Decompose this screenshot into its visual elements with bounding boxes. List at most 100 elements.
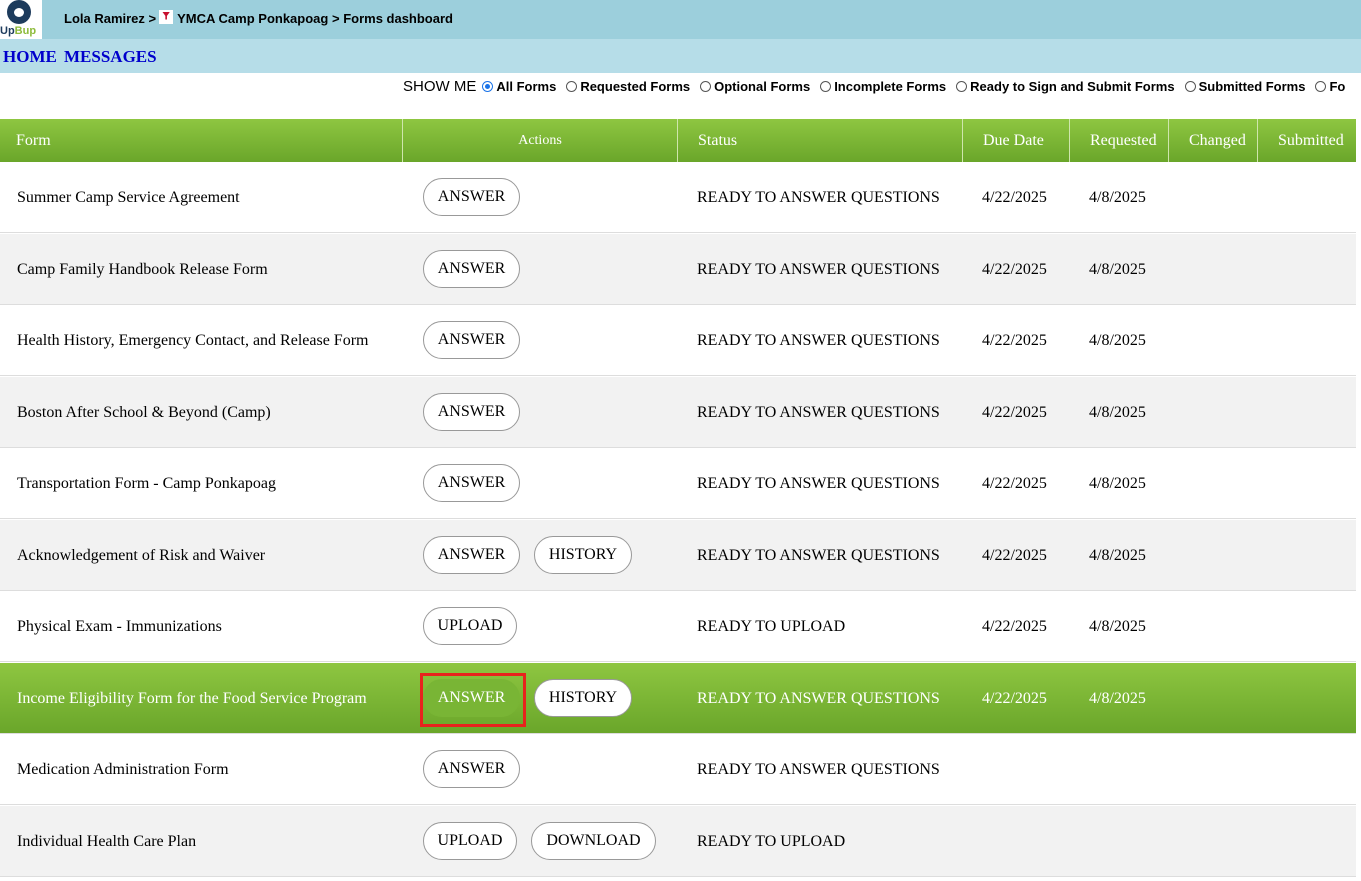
status-text: READY TO ANSWER QUESTIONS [697,189,940,206]
history-button[interactable]: HISTORY [534,679,632,717]
status-text: READY TO ANSWER QUESTIONS [697,547,940,564]
form-filter: SHOW ME All Forms Requested Forms Option… [403,77,1355,95]
answer-button[interactable]: ANSWER [423,536,520,574]
form-name[interactable]: Boston After School & Beyond (Camp) [17,377,271,448]
filter-option-label: Optional Forms [714,78,811,94]
filter-option-label: Ready to Sign and Submit Forms [970,78,1175,94]
answer-button[interactable]: ANSWER [423,679,520,717]
form-name[interactable]: Individual Health Care Plan [17,806,196,877]
requested-date: 4/8/2025 [1089,618,1146,635]
table-row[interactable]: Transportation Form - Camp Ponkapoag ANS… [0,448,1356,519]
requested-date: 4/8/2025 [1089,189,1146,206]
table-row[interactable]: Physical Exam - Immunizations UPLOAD REA… [0,591,1356,662]
filter-ready-to-sign-forms[interactable]: Ready to Sign and Submit Forms [956,78,1175,94]
form-name[interactable]: Income Eligibility Form for the Food Ser… [17,663,367,734]
nav-home-link[interactable]: HOME [3,47,57,67]
status-text: READY TO ANSWER QUESTIONS [697,475,940,492]
form-name[interactable]: Camp Family Handbook Release Form [17,234,268,305]
table-row[interactable]: Acknowledgement of Risk and Waiver ANSWE… [0,520,1356,591]
filter-incomplete-forms[interactable]: Incomplete Forms [820,79,946,94]
table-row-selected[interactable]: Income Eligibility Form for the Food Ser… [0,663,1356,734]
requested-date: 4/8/2025 [1089,404,1146,421]
logo-text-up: Up [0,25,15,37]
column-header-due-date[interactable]: Due Date [963,119,1070,162]
due-date: 4/22/2025 [982,690,1047,707]
answer-button[interactable]: ANSWER [423,250,520,288]
requested-date: 4/8/2025 [1089,332,1146,349]
column-header-changed[interactable]: Changed [1169,119,1258,162]
status-text: READY TO ANSWER QUESTIONS [697,690,940,707]
form-name[interactable]: Medication Administration Form [17,734,229,805]
radio-icon[interactable] [820,80,832,92]
upload-button[interactable]: UPLOAD [423,607,517,645]
requested-date: 4/8/2025 [1089,547,1146,564]
due-date: 4/22/2025 [982,475,1047,492]
answer-button[interactable]: ANSWER [423,321,520,359]
radio-icon[interactable] [956,80,968,92]
history-button[interactable]: HISTORY [534,536,632,574]
download-button[interactable]: DOWNLOAD [531,822,656,860]
nav-messages-link[interactable]: MESSAGES [64,47,157,67]
radio-icon[interactable] [1315,80,1327,92]
filter-option-label: Incomplete Forms [834,78,947,94]
column-header-requested[interactable]: Requested [1070,119,1169,162]
upbup-logo[interactable]: UpBup [0,0,42,39]
form-name[interactable]: Acknowledgement of Risk and Waiver [17,520,265,591]
due-date: 4/22/2025 [982,618,1047,635]
table-row[interactable]: Medication Administration Form ANSWER RE… [0,734,1356,805]
ymca-logo-icon [159,9,174,24]
filter-requested-forms[interactable]: Requested Forms [566,79,690,94]
filter-option-label: Fo [1329,78,1346,94]
filter-option-label: Requested Forms [580,78,691,94]
answer-button[interactable]: ANSWER [423,464,520,502]
form-name[interactable]: Health History, Emergency Contact, and R… [17,305,368,376]
table-row[interactable]: Health History, Emergency Contact, and R… [0,305,1356,376]
column-header-submitted[interactable]: Submitted [1258,119,1356,162]
answer-button[interactable]: ANSWER [423,750,520,788]
table-row[interactable]: Summer Camp Service Agreement ANSWER REA… [0,162,1356,233]
filter-all-forms[interactable]: All Forms [482,79,556,94]
radio-icon[interactable] [1184,80,1196,92]
column-header-actions: Actions [403,119,678,162]
form-name[interactable]: Transportation Form - Camp Ponkapoag [17,448,276,519]
status-text: READY TO ANSWER QUESTIONS [697,761,940,778]
table-row[interactable]: Individual Health Care Plan UPLOAD DOWNL… [0,806,1356,877]
status-text: READY TO UPLOAD [697,833,846,850]
filter-optional-forms[interactable]: Optional Forms [700,79,810,94]
form-name[interactable]: Summer Camp Service Agreement [17,162,240,233]
breadcrumb-separator: > [331,11,340,26]
filter-other-forms[interactable]: Fo [1315,79,1345,94]
breadcrumb-separator: > [148,11,157,26]
radio-icon[interactable] [700,80,712,92]
due-date: 4/22/2025 [982,404,1047,421]
radio-selected-icon[interactable] [482,80,494,92]
filter-submitted-forms[interactable]: Submitted Forms [1184,78,1306,94]
radio-icon[interactable] [566,80,578,92]
table-row[interactable]: Boston After School & Beyond (Camp) ANSW… [0,377,1356,448]
table-row[interactable]: Camp Family Handbook Release Form ANSWER… [0,234,1356,305]
logo-wordmark: UpBup [0,24,42,38]
answer-button[interactable]: ANSWER [423,393,520,431]
filter-option-label: Submitted Forms [1198,78,1306,94]
filter-label: SHOW ME [403,77,477,95]
column-header-status[interactable]: Status [678,119,963,162]
answer-button[interactable]: ANSWER [423,178,520,216]
filter-option-label: All Forms [496,78,557,94]
due-date: 4/22/2025 [982,547,1047,564]
due-date: 4/22/2025 [982,261,1047,278]
due-date: 4/22/2025 [982,332,1047,349]
requested-date: 4/8/2025 [1089,475,1146,492]
status-text: READY TO UPLOAD [697,618,846,635]
breadcrumb-camp[interactable]: YMCA Camp Ponkapoag [177,11,328,26]
column-header-form[interactable]: Form [0,119,403,162]
form-name[interactable]: Physical Exam - Immunizations [17,591,222,662]
breadcrumb-user[interactable]: Lola Ramirez [64,11,145,26]
requested-date: 4/8/2025 [1089,261,1146,278]
table-header: Form Actions Status Due Date Requested C… [0,119,1356,162]
logo-mark-icon [7,0,31,24]
requested-date: 4/8/2025 [1089,690,1146,707]
top-header: UpBup Lola Ramirez > YMCA Camp Ponkapoag… [0,0,1361,39]
status-text: READY TO ANSWER QUESTIONS [697,261,940,278]
status-text: READY TO ANSWER QUESTIONS [697,404,940,421]
upload-button[interactable]: UPLOAD [423,822,517,860]
